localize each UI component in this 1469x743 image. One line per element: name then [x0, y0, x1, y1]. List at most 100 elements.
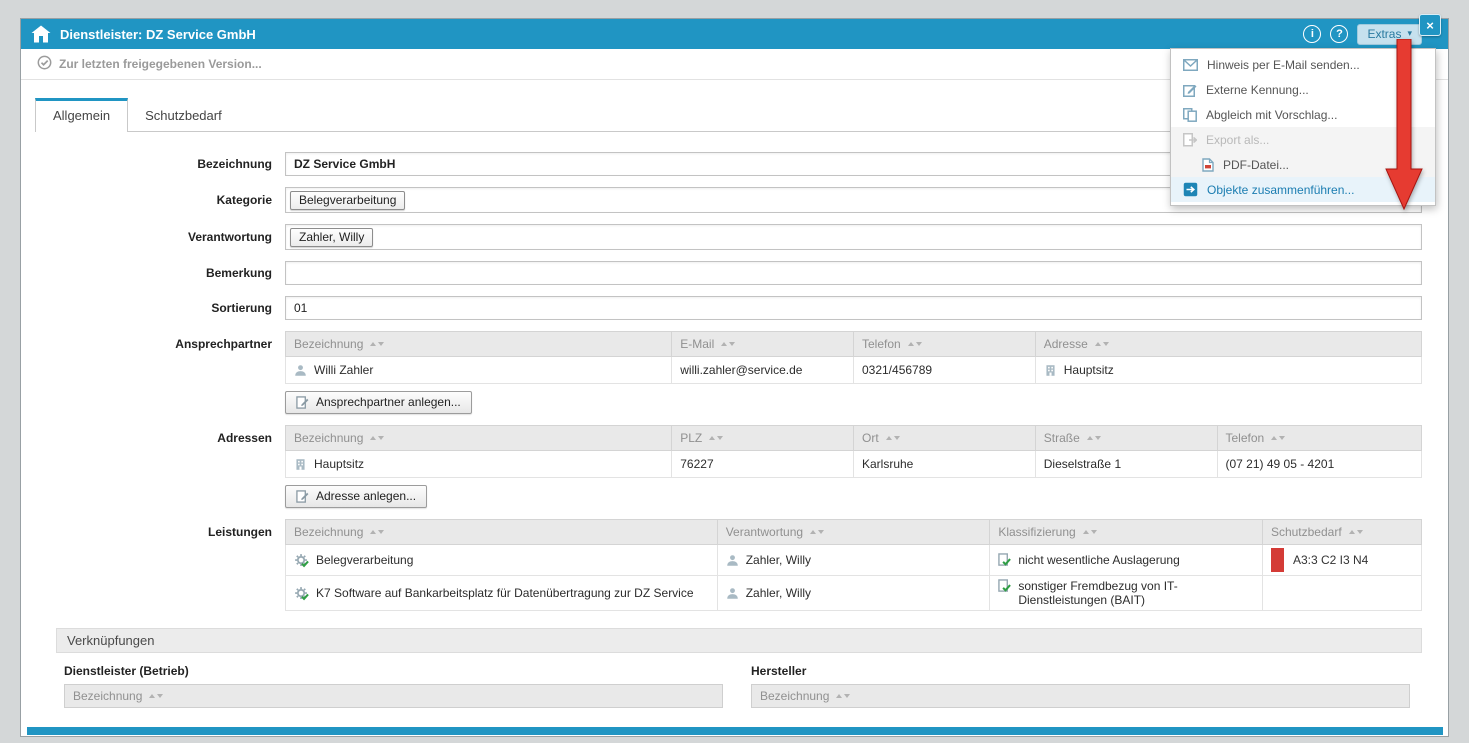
field-label-bemerkung: Bemerkung: [35, 266, 272, 280]
field-label-verantwortung: Verantwortung: [35, 230, 272, 244]
column-label: Bezeichnung: [760, 689, 829, 703]
field-label-ansprechpartner: Ansprechpartner: [35, 331, 272, 351]
sort-icon: [370, 530, 384, 534]
cell-plz: 76227: [680, 457, 713, 471]
menu-item-abgleich-mit-vorschlag[interactable]: Abgleich mit Vorschlag...: [1171, 102, 1435, 127]
app-icon: [31, 25, 51, 43]
column-label: Adresse: [1044, 337, 1088, 351]
menu-item-hinweis-per-email[interactable]: Hinweis per E-Mail senden...: [1171, 52, 1435, 77]
cell-schutzbedarf: A3:3 C2 I3 N4: [1293, 553, 1368, 567]
window-bottom-bar: [27, 727, 1443, 735]
menu-item-label: Export als...: [1206, 133, 1269, 147]
field-label-adressen: Adressen: [35, 425, 272, 445]
menu-item-label: Abgleich mit Vorschlag...: [1206, 108, 1337, 122]
table-row[interactable]: Hauptsitz 76227 Karlsruhe Dieselstraße 1…: [286, 451, 1422, 478]
cell-bezeichnung: K7 Software auf Bankarbeitsplatz für Dat…: [316, 586, 694, 600]
cell-telefon: (07 21) 49 05 - 4201: [1226, 457, 1335, 471]
cell-adresse: Hauptsitz: [1064, 363, 1114, 377]
tab-schutzbedarf[interactable]: Schutzbedarf: [128, 99, 239, 131]
column-header-bezeichnung[interactable]: Bezeichnung: [286, 426, 672, 451]
column-header-ort[interactable]: Ort: [854, 426, 1036, 451]
verantwortung-field[interactable]: Zahler, Willy: [285, 224, 1422, 250]
column-label: Bezeichnung: [294, 431, 363, 445]
column-header-bezeichnung[interactable]: Bezeichnung: [286, 332, 672, 357]
sort-icon: [1271, 436, 1285, 440]
bemerkung-input[interactable]: [285, 261, 1422, 285]
help-icon[interactable]: ?: [1330, 25, 1348, 43]
column-header-schutzbedarf[interactable]: Schutzbedarf: [1262, 520, 1421, 545]
column-header-strasse[interactable]: Straße: [1035, 426, 1217, 451]
leistungen-table: Bezeichnung Verantwortung Klassifizierun…: [285, 519, 1422, 611]
menu-item-pdf-datei[interactable]: PDF-Datei...: [1171, 152, 1435, 177]
cell-bezeichnung: Belegverarbeitung: [316, 553, 413, 567]
sort-icon: [1083, 530, 1097, 534]
adresse-anlegen-button[interactable]: Adresse anlegen...: [285, 485, 427, 508]
form-row-sortierung: Sortierung: [35, 296, 1422, 320]
column-header-telefon[interactable]: Telefon: [1217, 426, 1422, 451]
column-header-bezeichnung[interactable]: Bezeichnung: [286, 520, 718, 545]
doc-edit-icon: [296, 396, 309, 409]
column-label: Ort: [862, 431, 879, 445]
sort-icon: [810, 530, 824, 534]
menu-item-label: PDF-Datei...: [1223, 158, 1289, 172]
menu-item-label: Objekte zusammenführen...: [1207, 183, 1354, 197]
table-row[interactable]: Belegverarbeitung Zahler, Willy nicht we…: [286, 545, 1422, 576]
kategorie-chip[interactable]: Belegverarbeitung: [290, 191, 405, 210]
tab-allgemein[interactable]: Allgemein: [35, 98, 128, 132]
pdf-icon: [1202, 158, 1214, 172]
column-label: Schutzbedarf: [1271, 525, 1342, 539]
column-header-email[interactable]: E-Mail: [672, 332, 854, 357]
column-header-bezeichnung[interactable]: Bezeichnung: [64, 684, 723, 708]
close-button[interactable]: ×: [1419, 14, 1441, 36]
cell-bezeichnung: Willi Zahler: [314, 363, 373, 377]
doc-check-icon: [998, 579, 1011, 593]
column-label: E-Mail: [680, 337, 714, 351]
table-row[interactable]: K7 Software auf Bankarbeitsplatz für Dat…: [286, 576, 1422, 611]
person-icon: [294, 364, 307, 377]
hersteller-label: Hersteller: [751, 664, 1410, 678]
person-icon: [726, 554, 739, 567]
envelope-icon: [1183, 59, 1198, 71]
cell-ort: Karlsruhe: [862, 457, 913, 471]
sort-icon: [1095, 342, 1109, 346]
info-icon[interactable]: i: [1303, 25, 1321, 43]
building-icon: [294, 458, 307, 471]
form-row-ansprechpartner: Ansprechpartner Bezeichnung E-Mail: [35, 331, 1422, 414]
cell-email: willi.zahler@service.de: [680, 363, 802, 377]
column-header-verantwortung[interactable]: Verantwortung: [717, 520, 990, 545]
last-released-version-label: Zur letzten freigegebenen Version...: [59, 57, 262, 71]
column-header-plz[interactable]: PLZ: [672, 426, 854, 451]
window-title: Dienstleister: DZ Service GmbH: [60, 27, 256, 42]
column-header-klassifizierung[interactable]: Klassifizierung: [990, 520, 1263, 545]
column-label: Bezeichnung: [294, 525, 363, 539]
table-row[interactable]: Willi Zahler willi.zahler@service.de 032…: [286, 357, 1422, 384]
verantwortung-chip[interactable]: Zahler, Willy: [290, 228, 373, 247]
menu-item-objekte-zusammenfuehren[interactable]: Objekte zusammenführen...: [1171, 177, 1435, 202]
menu-item-externe-kennung[interactable]: Externe Kennung...: [1171, 77, 1435, 102]
sort-icon: [886, 436, 900, 440]
building-icon: [1044, 364, 1057, 377]
column-label: Straße: [1044, 431, 1080, 445]
ansprechpartner-anlegen-button[interactable]: Ansprechpartner anlegen...: [285, 391, 472, 414]
sort-icon: [370, 342, 384, 346]
verknuepfungen-section: Verknüpfungen Dienstleister (Betrieb) Be…: [56, 628, 1422, 720]
sort-icon: [149, 694, 163, 698]
titlebar-actions: i ? Extras ▾: [1303, 24, 1422, 45]
doc-check-icon: [998, 553, 1011, 567]
form-row-leistungen: Leistungen Bezeichnung Verantwortung: [35, 519, 1422, 611]
sortierung-input[interactable]: [285, 296, 1422, 320]
field-label-kategorie: Kategorie: [35, 193, 272, 207]
column-header-bezeichnung[interactable]: Bezeichnung: [751, 684, 1410, 708]
column-header-adresse[interactable]: Adresse: [1035, 332, 1421, 357]
gear-check-icon: [294, 586, 309, 601]
cell-klassifizierung: sonstiger Fremdbezug von IT-Dienstleistu…: [1018, 579, 1254, 607]
person-icon: [726, 587, 739, 600]
menu-item-label: Externe Kennung...: [1206, 83, 1309, 97]
column-header-telefon[interactable]: Telefon: [853, 332, 1035, 357]
verknuepfungen-hersteller: Hersteller Bezeichnung: [751, 653, 1410, 708]
form-row-verantwortung: Verantwortung Zahler, Willy: [35, 224, 1422, 250]
extras-button[interactable]: Extras ▾: [1357, 24, 1422, 45]
field-label-bezeichnung: Bezeichnung: [35, 157, 272, 171]
ansprechpartner-anlegen-label: Ansprechpartner anlegen...: [316, 395, 461, 409]
column-label: Klassifizierung: [998, 525, 1075, 539]
